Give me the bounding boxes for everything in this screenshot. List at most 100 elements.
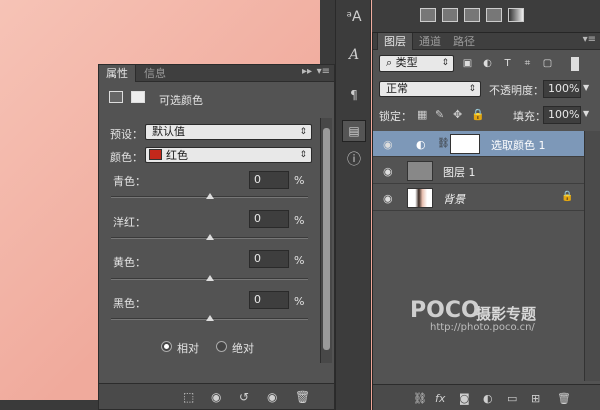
- chevron-updown-icon: ⇕: [299, 150, 307, 160]
- chevron-down-icon[interactable]: ▼: [583, 109, 589, 118]
- visibility-eye-icon[interactable]: ◉: [383, 165, 393, 178]
- character-style-icon[interactable]: ᵃA: [342, 6, 366, 28]
- lock-paint-icon[interactable]: ✎: [435, 108, 444, 121]
- shape-filter-icon[interactable]: ⌗: [521, 57, 534, 70]
- slider-label: 洋红：: [113, 216, 146, 229]
- opacity-label: 不透明度：: [489, 84, 544, 97]
- lock-all-icon[interactable]: 🔒: [471, 108, 485, 121]
- preset-value: 默认值: [152, 125, 185, 138]
- layer-row-layer1[interactable]: ◉ 图层 1: [373, 158, 584, 184]
- image-filter-icon[interactable]: ▣: [461, 57, 474, 70]
- type-tool-icon[interactable]: A: [342, 44, 366, 66]
- fx-icon[interactable]: fx: [435, 392, 445, 405]
- color-label: 颜色：: [110, 151, 143, 164]
- tab-info[interactable]: 信息: [137, 65, 173, 82]
- relative-radio[interactable]: [161, 341, 172, 352]
- panel-menu-icon[interactable]: ▾≡: [317, 66, 330, 77]
- canvas-scrollbar[interactable]: [320, 0, 335, 64]
- panel-menu-icon[interactable]: ▾≡: [583, 34, 596, 45]
- channel-mixer-icon[interactable]: [486, 8, 502, 22]
- layers-scrollbar[interactable]: [584, 131, 600, 381]
- mask-icon[interactable]: [131, 91, 145, 103]
- new-group-icon[interactable]: ▭: [507, 392, 517, 405]
- layer-thumbnail[interactable]: [407, 161, 433, 181]
- tab-paths[interactable]: 路径: [447, 33, 481, 50]
- paragraph-styles-icon[interactable]: ¶: [342, 84, 366, 106]
- blend-mode-select[interactable]: 正常 ⇕: [379, 81, 481, 97]
- properties-footer: ⬚ ◉ ↺ ◉ 🗑: [99, 383, 334, 409]
- percent-unit: %: [294, 295, 305, 308]
- trash-icon[interactable]: 🗑: [295, 390, 310, 404]
- background-thumbnail[interactable]: [407, 188, 433, 208]
- visibility-eye-icon[interactable]: ◉: [267, 390, 277, 404]
- reset-icon[interactable]: ↺: [239, 390, 249, 404]
- absolute-radio[interactable]: [216, 341, 227, 352]
- add-mask-icon[interactable]: ◙: [459, 392, 470, 405]
- visibility-eye-icon[interactable]: ◉: [383, 192, 393, 205]
- properties-scrollbar[interactable]: [320, 118, 332, 363]
- relative-label: 相对: [177, 342, 199, 355]
- scroll-thumb[interactable]: [323, 128, 330, 350]
- layer-name[interactable]: 背景: [443, 191, 465, 207]
- layer-filter-select[interactable]: ⌕ 类型 ⇕: [379, 55, 454, 72]
- yellow-input[interactable]: 0: [249, 250, 289, 268]
- layer-name[interactable]: 选取颜色 1: [491, 137, 546, 153]
- slider-label: 黑色：: [113, 297, 146, 310]
- layer-name[interactable]: 图层 1: [443, 164, 476, 180]
- opacity-input[interactable]: 100%: [543, 80, 581, 98]
- color-select[interactable]: 红色 ⇕: [145, 147, 312, 163]
- new-adjustment-icon[interactable]: ◐: [483, 392, 493, 405]
- lock-position-icon[interactable]: ✥: [453, 108, 462, 121]
- trash-icon[interactable]: 🗑: [557, 392, 571, 405]
- bottom-strip: [0, 400, 98, 410]
- adjustments-strip: [372, 0, 600, 33]
- watermark-brand: POCO: [410, 298, 480, 323]
- visibility-eye-icon[interactable]: ◉: [383, 138, 393, 151]
- collapse-icon[interactable]: ▸▸: [302, 66, 312, 77]
- layer-row-background[interactable]: ◉ 背景 🔒: [373, 185, 584, 211]
- properties-icon[interactable]: ▤: [342, 120, 366, 142]
- adjustment-header: 可选颜色: [99, 89, 334, 109]
- layer-row-selective-color[interactable]: ◉ ◐ ⛓ 选取颜色 1: [373, 131, 584, 157]
- curves-icon[interactable]: [464, 8, 480, 22]
- watermark-url: http://photo.poco.cn/: [430, 322, 535, 333]
- chevron-down-icon[interactable]: ▼: [583, 83, 589, 92]
- slider-thumb[interactable]: [206, 275, 214, 281]
- preset-select[interactable]: 默认值 ⇕: [145, 124, 312, 140]
- chevron-updown-icon: ⇕: [468, 84, 476, 94]
- filter-toggle[interactable]: [571, 57, 579, 71]
- clip-to-layer-icon[interactable]: ⬚: [183, 390, 194, 404]
- gradient-map-icon[interactable]: [508, 8, 524, 22]
- layer-mask-thumbnail[interactable]: [450, 134, 480, 154]
- new-layer-icon[interactable]: ⊞: [531, 392, 540, 405]
- chevron-updown-icon: ⇕: [441, 58, 449, 68]
- chevron-updown-icon: ⇕: [299, 127, 307, 137]
- slider-label: 青色：: [113, 175, 146, 188]
- cyan-input[interactable]: 0: [249, 171, 289, 189]
- lock-transparent-icon[interactable]: ▦: [417, 108, 427, 121]
- info-icon[interactable]: ⓘ: [342, 148, 366, 170]
- smart-object-filter-icon[interactable]: ▢: [541, 57, 554, 70]
- view-previous-icon[interactable]: ◉: [211, 390, 221, 404]
- percent-unit: %: [294, 214, 305, 227]
- levels-icon[interactable]: [442, 8, 458, 22]
- black-input[interactable]: 0: [249, 291, 289, 309]
- tab-channels[interactable]: 通道: [413, 33, 447, 50]
- slider-thumb[interactable]: [206, 234, 214, 240]
- slider-label: 黄色：: [113, 256, 146, 269]
- type-filter-icon[interactable]: T: [501, 57, 514, 70]
- tab-layers[interactable]: 图层: [377, 33, 413, 50]
- link-layers-icon[interactable]: ⛓: [413, 392, 427, 405]
- magenta-input[interactable]: 0: [249, 210, 289, 228]
- slider-thumb[interactable]: [206, 193, 214, 199]
- preset-label: 预设：: [110, 128, 143, 141]
- search-icon: ⌕: [386, 56, 396, 69]
- link-icon[interactable]: ⛓: [437, 138, 450, 149]
- fill-input[interactable]: 100%: [543, 106, 581, 124]
- tab-properties[interactable]: 属性: [99, 65, 136, 82]
- adjustment-filter-icon[interactable]: ◐: [481, 57, 494, 70]
- absolute-label: 绝对: [232, 342, 254, 355]
- slider-thumb[interactable]: [206, 315, 214, 321]
- properties-tabs: 属性 信息 ▸▸ ▾≡: [99, 65, 334, 82]
- brightness-icon[interactable]: [420, 8, 436, 22]
